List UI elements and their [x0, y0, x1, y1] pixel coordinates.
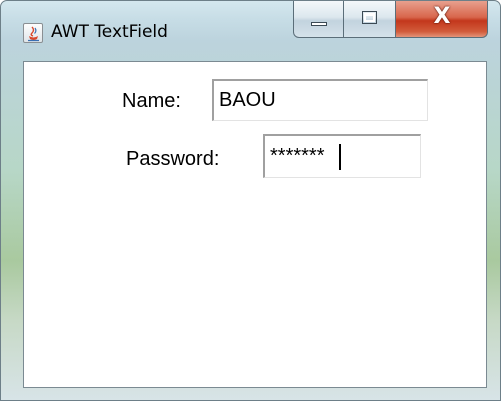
name-field[interactable]	[212, 79, 428, 121]
close-button[interactable]: X	[396, 1, 488, 38]
password-label: Password:	[126, 148, 220, 170]
caption-buttons: X	[293, 1, 488, 39]
password-field[interactable]	[263, 134, 421, 178]
title-bar[interactable]: AWT TextField X	[1, 1, 500, 59]
text-caret	[339, 144, 341, 170]
maximize-icon	[362, 11, 377, 24]
minimize-icon	[311, 22, 327, 26]
client-area: Name: Password:	[23, 61, 487, 388]
maximize-button[interactable]	[344, 1, 396, 38]
close-icon: X	[433, 4, 451, 29]
java-cup-icon[interactable]	[23, 23, 43, 43]
app-window: AWT TextField X Name: Password:	[0, 0, 501, 401]
minimize-button[interactable]	[293, 1, 344, 38]
window-title: AWT TextField	[51, 22, 168, 42]
name-label: Name:	[122, 90, 181, 112]
